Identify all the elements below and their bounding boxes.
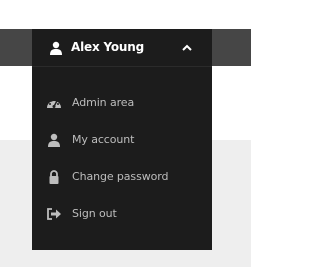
- chevron-up-icon[interactable]: [182, 44, 192, 51]
- user-menu-toggle[interactable]: Alex Young: [32, 29, 212, 67]
- menu-item-change-password[interactable]: Change password: [32, 158, 212, 195]
- user-icon: [50, 41, 62, 55]
- menu-item-my-account[interactable]: My account: [32, 121, 212, 158]
- user-dropdown-menu: Alex Young Admin area My account Change …: [32, 29, 212, 250]
- user-icon: [48, 133, 60, 147]
- dashboard-icon: [47, 98, 61, 108]
- lock-icon: [49, 170, 59, 184]
- menu-item-admin-area[interactable]: Admin area: [32, 84, 212, 121]
- menu-item-label: My account: [72, 133, 135, 146]
- sign-out-icon: [47, 208, 61, 220]
- menu-item-label: Sign out: [72, 207, 117, 220]
- menu-item-label: Admin area: [72, 96, 135, 109]
- menu-item-sign-out[interactable]: Sign out: [32, 195, 212, 232]
- user-name: Alex Young: [71, 40, 144, 54]
- menu-item-label: Change password: [72, 170, 169, 183]
